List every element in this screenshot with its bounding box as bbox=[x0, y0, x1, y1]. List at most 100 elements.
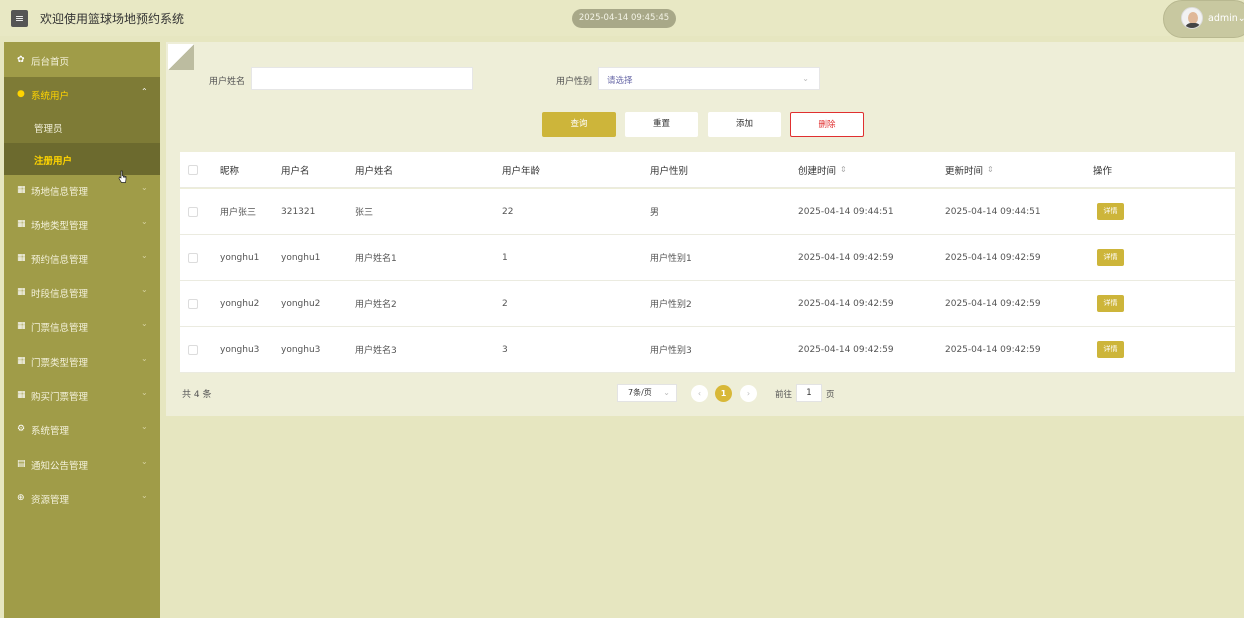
cell-realname: 用户姓名3 bbox=[355, 346, 397, 356]
sidebar-item-ticket-purchase[interactable]: ▦ 购买门票管理 ⌄ bbox=[4, 378, 160, 412]
sidebar-item-resources[interactable]: ⊕ 资源管理 ⌄ bbox=[4, 481, 160, 515]
sidebar-subitem-label: 注册用户 bbox=[34, 156, 73, 167]
user-icon: ● bbox=[17, 89, 25, 99]
sidebar-subitem-registered-users[interactable]: 注册用户 bbox=[4, 143, 160, 175]
sidebar-item-reservation-info[interactable]: ▦ 预约信息管理 ⌄ bbox=[4, 241, 160, 275]
column-header-updated[interactable]: 更新时间 ⇕ bbox=[945, 152, 994, 187]
chevron-down-icon: ⌄ bbox=[141, 285, 148, 294]
cell-updated: 2025-04-14 09:42:59 bbox=[945, 252, 1041, 263]
name-filter-input[interactable] bbox=[251, 67, 473, 90]
gender-filter-label: 用户性别 bbox=[556, 77, 593, 87]
mouse-cursor-icon bbox=[118, 170, 127, 183]
query-button[interactable]: 查询 bbox=[542, 112, 616, 137]
cell-created: 2025-04-14 09:42:59 bbox=[798, 344, 894, 355]
sort-icon[interactable]: ⇕ bbox=[840, 165, 847, 174]
column-header-age: 用户年龄 bbox=[502, 165, 541, 177]
row-checkbox[interactable] bbox=[188, 299, 198, 309]
sidebar-item-dashboard[interactable]: ✿ 后台首页 bbox=[4, 43, 160, 77]
column-header-label: 更新时间 bbox=[945, 165, 984, 177]
next-page-button[interactable]: › bbox=[740, 385, 757, 402]
sidebar-item-venue-type[interactable]: ▦ 场地类型管理 ⌄ bbox=[4, 207, 160, 241]
chevron-down-icon: ⌄ bbox=[141, 319, 148, 328]
sidebar-item-label: 购买门票管理 bbox=[31, 392, 89, 403]
grid-icon: ▦ bbox=[17, 219, 26, 229]
sidebar-item-ticket-info[interactable]: ▦ 门票信息管理 ⌄ bbox=[4, 309, 160, 343]
sidebar-item-venue-info[interactable]: ▦ 场地信息管理 ⌄ bbox=[4, 173, 160, 207]
chevron-down-icon: ⌄ bbox=[141, 354, 148, 363]
user-menu[interactable]: admin⌄ bbox=[1163, 0, 1244, 38]
delete-button[interactable]: 删除 bbox=[790, 112, 864, 137]
row-checkbox[interactable] bbox=[188, 253, 198, 263]
cell-nickname: yonghu2 bbox=[220, 298, 260, 309]
sidebar-item-label: 通知公告管理 bbox=[31, 461, 89, 472]
total-count: 共 4 条 bbox=[182, 390, 212, 400]
chevron-down-icon: ⌄ bbox=[141, 251, 148, 260]
sidebar-item-label: 资源管理 bbox=[31, 495, 70, 506]
top-header: ≡ 欢迎使用篮球场地预约系统 2025-04-14 09:45:45 admin… bbox=[0, 0, 1244, 38]
row-checkbox[interactable] bbox=[188, 345, 198, 355]
table-row: yonghu3 yonghu3 用户姓名3 3 用户性别3 2025-04-14… bbox=[180, 327, 1235, 373]
cell-gender: 男 bbox=[650, 208, 660, 218]
cell-username: 321321 bbox=[281, 206, 316, 217]
detail-button[interactable]: 详情 bbox=[1097, 295, 1124, 312]
row-checkbox[interactable] bbox=[188, 207, 198, 217]
cell-updated: 2025-04-14 09:42:59 bbox=[945, 344, 1041, 355]
cell-updated: 2025-04-14 09:44:51 bbox=[945, 206, 1041, 217]
reset-button[interactable]: 重置 bbox=[625, 112, 698, 137]
column-header-actions: 操作 bbox=[1093, 165, 1113, 177]
cell-username: yonghu3 bbox=[281, 344, 321, 355]
detail-button[interactable]: 详情 bbox=[1097, 341, 1124, 358]
grid-icon: ▦ bbox=[17, 390, 26, 400]
cell-nickname: yonghu3 bbox=[220, 344, 260, 355]
sidebar: ✿ 后台首页 ● 系统用户 ⌃ 管理员 注册用户 ▦ 场地信息管理 ⌄ ▦ 场地… bbox=[4, 42, 160, 618]
plus-circle-icon: ⊕ bbox=[17, 493, 25, 503]
column-header-label: 创建时间 bbox=[798, 165, 837, 177]
page-corner-icon bbox=[168, 44, 194, 70]
sort-icon[interactable]: ⇕ bbox=[987, 165, 994, 174]
goto-page-input[interactable]: 1 bbox=[796, 384, 822, 402]
sidebar-item-system-management[interactable]: ⚙ 系统管理 ⌄ bbox=[4, 412, 160, 446]
cell-realname: 张三 bbox=[355, 208, 374, 218]
column-header-created[interactable]: 创建时间 ⇕ bbox=[798, 152, 847, 187]
sidebar-item-label: 系统用户 bbox=[31, 91, 70, 102]
cell-nickname: yonghu1 bbox=[220, 252, 260, 263]
table-row: yonghu1 yonghu1 用户姓名1 1 用户性别1 2025-04-14… bbox=[180, 235, 1235, 281]
gender-filter-select[interactable]: 请选择 ⌄ bbox=[598, 67, 820, 90]
column-header-nickname: 昵称 bbox=[220, 165, 240, 177]
detail-button[interactable]: 详情 bbox=[1097, 249, 1124, 266]
sidebar-item-label: 门票类型管理 bbox=[31, 358, 89, 369]
app-title: 欢迎使用篮球场地预约系统 bbox=[40, 12, 185, 26]
goto-suffix-label: 页 bbox=[826, 390, 835, 400]
add-button[interactable]: 添加 bbox=[708, 112, 781, 137]
cell-created: 2025-04-14 09:42:59 bbox=[798, 252, 894, 263]
cell-updated: 2025-04-14 09:42:59 bbox=[945, 298, 1041, 309]
sidebar-item-notices[interactable]: ▤ 通知公告管理 ⌄ bbox=[4, 447, 160, 481]
gear-icon: ⚙ bbox=[17, 424, 26, 434]
cell-realname: 用户姓名1 bbox=[355, 254, 397, 264]
sidebar-item-timeslot-info[interactable]: ▦ 时段信息管理 ⌄ bbox=[4, 275, 160, 309]
chevron-down-icon: ⌄ bbox=[141, 217, 148, 226]
chevron-down-icon: ⌄ bbox=[802, 74, 809, 83]
cell-gender: 用户性别1 bbox=[650, 254, 692, 264]
sidebar-item-label: 预约信息管理 bbox=[31, 255, 89, 266]
sidebar-subitem-admins[interactable]: 管理员 bbox=[4, 111, 160, 143]
hamburger-icon[interactable]: ≡ bbox=[11, 10, 28, 27]
cell-age: 3 bbox=[502, 344, 508, 355]
prev-page-button[interactable]: ‹ bbox=[691, 385, 708, 402]
cell-created: 2025-04-14 09:44:51 bbox=[798, 206, 894, 217]
sidebar-item-label: 时段信息管理 bbox=[31, 289, 89, 300]
notice-icon: ▤ bbox=[17, 459, 26, 469]
cell-age: 22 bbox=[502, 206, 514, 217]
cell-gender: 用户性别2 bbox=[650, 300, 692, 310]
chevron-down-icon: ⌄ bbox=[141, 422, 148, 431]
page-number-current[interactable]: 1 bbox=[715, 385, 732, 402]
detail-button[interactable]: 详情 bbox=[1097, 203, 1124, 220]
sidebar-item-ticket-type[interactable]: ▦ 门票类型管理 ⌄ bbox=[4, 344, 160, 378]
page-size-select[interactable]: 7条/页 ⌄ bbox=[617, 384, 677, 402]
table-header-row: 昵称 用户名 用户姓名 用户年龄 用户性别 创建时间 ⇕ 更新时间 ⇕ 操作 bbox=[180, 152, 1235, 188]
cell-username: yonghu2 bbox=[281, 298, 321, 309]
select-all-checkbox[interactable] bbox=[188, 165, 198, 175]
cell-realname: 用户姓名2 bbox=[355, 300, 397, 310]
sidebar-item-system-users[interactable]: ● 系统用户 ⌃ bbox=[4, 77, 160, 111]
chevron-up-icon: ⌃ bbox=[141, 87, 148, 96]
